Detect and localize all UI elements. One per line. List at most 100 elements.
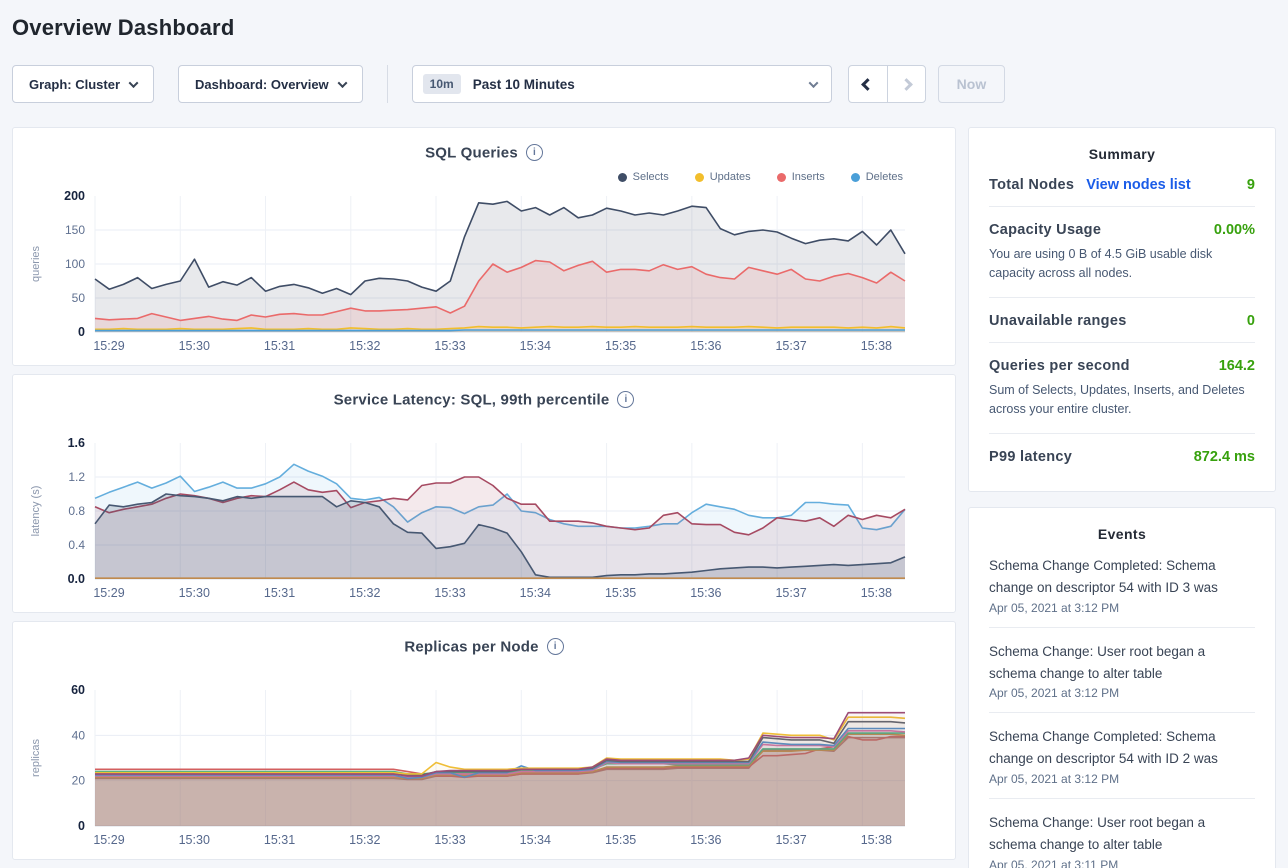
time-forward-button[interactable]: [887, 66, 925, 102]
summary-queries-per-second: Queries per second 164.2 Sum of Selects,…: [989, 343, 1255, 434]
overview-dashboard-page: Overview Dashboard Graph: Cluster Dashbo…: [0, 0, 1288, 868]
capacity-usage-value: 0.00%: [1214, 222, 1255, 238]
qps-label: Queries per second: [989, 358, 1130, 374]
capacity-usage-label: Capacity Usage: [989, 222, 1101, 238]
qps-description: Sum of Selects, Updates, Inserts, and De…: [989, 381, 1255, 420]
event-text: Schema Change: User root began a schema …: [989, 641, 1255, 685]
event-list-item[interactable]: Schema Change: User root began a schema …: [989, 628, 1255, 714]
svg-text:15:36: 15:36: [690, 833, 721, 847]
chart-title: Replicas per Node: [404, 638, 538, 655]
page-title: Overview Dashboard: [12, 0, 1276, 41]
svg-text:0.0: 0.0: [68, 572, 85, 586]
view-nodes-list-link[interactable]: View nodes list: [1086, 177, 1191, 193]
svg-text:15:32: 15:32: [349, 586, 380, 600]
chevron-down-icon: [337, 78, 347, 88]
summary-unavailable-ranges: Unavailable ranges 0: [989, 298, 1255, 343]
chart-legend: [13, 413, 955, 435]
svg-text:15:37: 15:37: [775, 586, 806, 600]
svg-text:200: 200: [64, 189, 85, 203]
legend-item-updates[interactable]: Updates: [695, 171, 751, 183]
event-text: Schema Change Completed: Schema change o…: [989, 555, 1255, 599]
info-icon[interactable]: [526, 144, 543, 161]
info-icon[interactable]: [617, 391, 634, 408]
event-list-item[interactable]: Schema Change: User root began a schema …: [989, 799, 1255, 868]
svg-text:15:30: 15:30: [179, 586, 210, 600]
info-icon[interactable]: [547, 638, 564, 655]
service-latency-chart-card: Service Latency: SQL, 99th percentile la…: [12, 374, 956, 613]
main-content: SQL Queries Selects Updates Inserts Deletes…: [12, 127, 1276, 868]
legend-item-inserts[interactable]: Inserts: [777, 171, 825, 183]
charts-column: SQL Queries Selects Updates Inserts Deletes…: [12, 127, 956, 860]
chart-canvas: replicas020406015:2915:3015:3115:3215:33…: [13, 682, 953, 852]
svg-text:0.4: 0.4: [68, 538, 85, 552]
svg-text:15:34: 15:34: [520, 586, 551, 600]
graph-dropdown[interactable]: Graph: Cluster: [12, 65, 154, 103]
time-nav-group: [848, 65, 926, 103]
toolbar-divider: [387, 65, 388, 103]
legend-label: Inserts: [792, 171, 825, 183]
svg-text:15:37: 15:37: [775, 833, 806, 847]
svg-text:15:35: 15:35: [605, 586, 636, 600]
p99-latency-value: 872.4 ms: [1194, 449, 1255, 465]
svg-text:0: 0: [78, 325, 85, 339]
svg-text:queries: queries: [30, 245, 42, 282]
legend-dot-icon: [777, 173, 786, 182]
chart-legend: Selects Updates Inserts Deletes: [13, 166, 955, 188]
event-timestamp: Apr 05, 2021 at 3:11 PM: [989, 858, 1255, 868]
chevron-down-icon: [808, 78, 818, 88]
legend-label: Deletes: [866, 171, 903, 183]
summary-panel: Summary Total Nodes View nodes list 9 Ca…: [968, 127, 1276, 492]
svg-text:50: 50: [72, 291, 86, 305]
total-nodes-value: 9: [1247, 177, 1255, 193]
events-panel: Events Schema Change Completed: Schema c…: [968, 507, 1276, 868]
svg-text:15:36: 15:36: [690, 586, 721, 600]
time-range-selector[interactable]: 10m Past 10 Minutes: [412, 65, 832, 103]
event-list-item[interactable]: Schema Change Completed: Schema change o…: [989, 713, 1255, 799]
legend-dot-icon: [618, 173, 627, 182]
svg-text:15:31: 15:31: [264, 339, 295, 353]
event-timestamp: Apr 05, 2021 at 3:12 PM: [989, 686, 1255, 700]
svg-text:15:33: 15:33: [434, 833, 465, 847]
svg-text:100: 100: [65, 257, 85, 271]
event-timestamp: Apr 05, 2021 at 3:12 PM: [989, 601, 1255, 615]
graph-dropdown-label: Graph: Cluster: [29, 77, 120, 92]
dashboard-dropdown[interactable]: Dashboard: Overview: [178, 65, 363, 103]
legend-dot-icon: [851, 173, 860, 182]
legend-item-selects[interactable]: Selects: [618, 171, 669, 183]
events-title: Events: [989, 526, 1255, 542]
svg-text:15:30: 15:30: [179, 339, 210, 353]
now-button[interactable]: Now: [938, 65, 1006, 103]
svg-text:15:38: 15:38: [861, 833, 892, 847]
svg-text:15:35: 15:35: [605, 833, 636, 847]
event-list-item[interactable]: Schema Change Completed: Schema change o…: [989, 542, 1255, 628]
svg-text:15:31: 15:31: [264, 586, 295, 600]
chart-canvas: queries05010015020015:2915:3015:3115:321…: [13, 188, 953, 358]
unavailable-ranges-label: Unavailable ranges: [989, 313, 1127, 329]
chevron-right-icon: [900, 78, 913, 91]
legend-item-deletes[interactable]: Deletes: [851, 171, 903, 183]
svg-text:15:38: 15:38: [861, 586, 892, 600]
svg-text:15:36: 15:36: [690, 339, 721, 353]
legend-dot-icon: [695, 173, 704, 182]
svg-text:150: 150: [65, 223, 85, 237]
svg-text:15:33: 15:33: [434, 586, 465, 600]
summary-title: Summary: [989, 146, 1255, 162]
replicas-per-node-chart-card: Replicas per Node replicas020406015:2915…: [12, 621, 956, 860]
time-range-label: Past 10 Minutes: [473, 77, 810, 92]
svg-text:15:30: 15:30: [179, 833, 210, 847]
sql-queries-chart-card: SQL Queries Selects Updates Inserts Deletes…: [12, 127, 956, 366]
svg-text:latency (s): latency (s): [30, 486, 42, 537]
event-text: Schema Change Completed: Schema change o…: [989, 726, 1255, 770]
total-nodes-label: Total Nodes: [989, 177, 1074, 193]
chart-title: SQL Queries: [425, 144, 518, 161]
svg-text:0: 0: [78, 819, 85, 833]
legend-label: Updates: [710, 171, 751, 183]
svg-text:15:29: 15:29: [93, 339, 124, 353]
svg-text:15:34: 15:34: [520, 833, 551, 847]
svg-text:20: 20: [72, 774, 86, 788]
time-back-button[interactable]: [849, 66, 887, 102]
qps-value: 164.2: [1219, 358, 1255, 374]
svg-text:15:31: 15:31: [264, 833, 295, 847]
svg-text:15:37: 15:37: [775, 339, 806, 353]
toolbar: Graph: Cluster Dashboard: Overview 10m P…: [12, 65, 1276, 103]
